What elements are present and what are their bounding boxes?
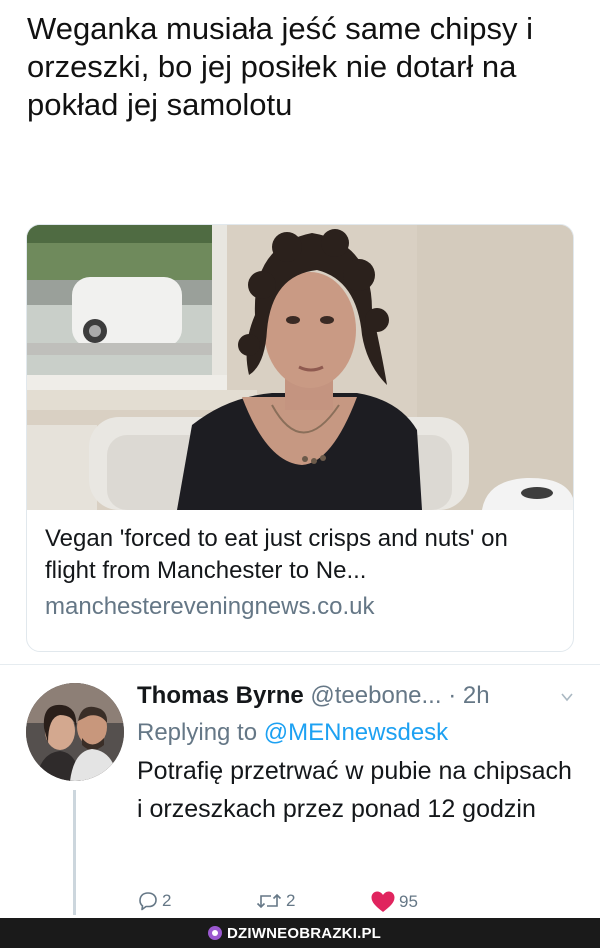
post-headline: Weganka musiała jeść same chipsy i orzes… [27,11,533,122]
tweet-actions: 2 2 95 [137,890,437,916]
replying-mention-link[interactable]: @MENnewsdesk [264,719,448,746]
tweet-divider [0,664,600,665]
reply-action[interactable]: 2 [137,890,171,912]
link-card[interactable]: Vegan 'forced to eat just crisps and nut… [26,224,574,652]
reply-text: Potrafię przetrwać w pubie na chipsach i… [137,757,572,823]
replying-to: Replying to @MENnewsdesk [137,716,577,750]
tweet-time[interactable]: · 2h [448,682,489,709]
replying-prefix: Replying to [137,719,258,746]
reply-meta: Thomas Byrne @teebone... · 2h [137,678,577,714]
retweet-icon [256,893,282,909]
like-action[interactable]: 95 [370,890,418,914]
retweet-count: 2 [286,891,296,910]
reply-count: 2 [162,891,172,910]
link-card-domain[interactable]: manchestereveningnews.co.uk [45,591,565,623]
chevron-down-icon[interactable] [560,690,574,704]
avatar[interactable] [26,683,124,781]
author-name[interactable]: Thomas Byrne [137,682,304,709]
link-card-title[interactable]: Vegan 'forced to eat just crisps and nut… [45,523,565,587]
retweet-action[interactable]: 2 [255,890,295,912]
article-photo [27,225,573,510]
site-logo-icon [208,926,222,940]
reply-icon [139,892,157,911]
thread-line [73,790,76,915]
watermark-text: DZIWNEOBRAZKI.PL [227,924,382,942]
author-handle[interactable]: @teebone... [310,682,441,709]
heart-icon [371,891,395,912]
like-count: 95 [399,892,418,911]
site-watermark: DZIWNEOBRAZKI.PL [204,922,387,944]
reply-tweet[interactable]: Thomas Byrne @teebone... · 2h Replying t… [137,678,577,828]
watermark-bar: DZIWNEOBRAZKI.PL [0,918,600,948]
